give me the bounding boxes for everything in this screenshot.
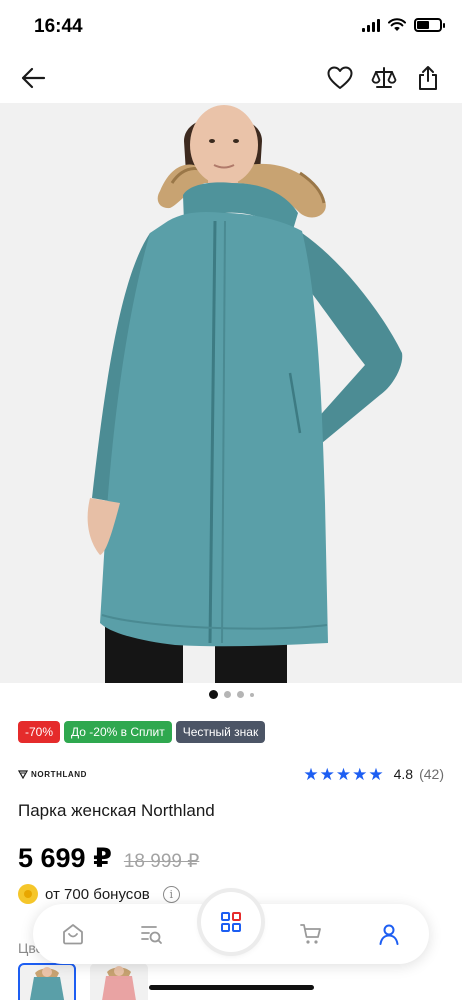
- battery-icon: [414, 18, 445, 32]
- cellular-signal-icon: [362, 18, 380, 32]
- carousel-dot-3[interactable]: [236, 691, 244, 698]
- brand-rating-row: NORTHLAND ★ ★ ★ ★ ★ 4.8 (42): [18, 764, 444, 784]
- home-indicator: [149, 985, 314, 990]
- bonus-row: от 700 бонусов i: [18, 884, 180, 904]
- status-bar: 16:44: [0, 0, 462, 52]
- split-badge[interactable]: До -20% в Сплит: [64, 721, 172, 743]
- brand-name: NORTHLAND: [31, 769, 88, 779]
- share-icon[interactable]: [412, 62, 444, 94]
- price-row: 5 699 ₽ 18 999 ₽: [18, 843, 199, 874]
- badges: -70% До -20% в Сплит Честный знак: [18, 721, 266, 743]
- bonus-text: от 700 бонусов: [45, 885, 150, 903]
- compare-icon[interactable]: [368, 62, 400, 94]
- color-swatch-pink[interactable]: [90, 963, 148, 1000]
- current-price: 5 699 ₽: [18, 843, 112, 873]
- heart-icon[interactable]: [324, 62, 356, 94]
- bottom-tab-bar: [33, 892, 429, 964]
- cart-icon[interactable]: [295, 918, 327, 950]
- catalog-search-icon[interactable]: [135, 918, 167, 950]
- star-icon: ★: [335, 764, 352, 784]
- rating-count[interactable]: (42): [419, 766, 444, 782]
- star-icon: ★: [352, 764, 368, 784]
- parka-illustration: [0, 103, 462, 683]
- rating-value: 4.8: [393, 766, 414, 782]
- carousel-dots[interactable]: [0, 690, 462, 699]
- carousel-dot-2[interactable]: [223, 691, 231, 698]
- info-icon[interactable]: i: [162, 885, 180, 903]
- menu-grid-icon[interactable]: [201, 892, 261, 952]
- carousel-dot-4[interactable]: [249, 692, 254, 697]
- rating[interactable]: ★ ★ ★ ★ ★ 4.8 (42): [303, 766, 444, 783]
- color-swatch-teal[interactable]: [18, 963, 76, 1000]
- old-price: 18 999 ₽: [123, 851, 200, 872]
- top-nav: [0, 52, 462, 104]
- star-icon: ★: [303, 764, 319, 784]
- honest-sign-badge[interactable]: Честный знак: [175, 721, 266, 743]
- wifi-icon: [388, 18, 406, 31]
- brand-mark-icon: [18, 769, 28, 779]
- profile-icon[interactable]: [373, 918, 405, 950]
- star-icon: ★: [319, 764, 335, 784]
- teal-parka-thumbnail: [29, 967, 65, 1000]
- bonus-coin-icon: [18, 884, 38, 904]
- brand-logo[interactable]: NORTHLAND: [18, 770, 87, 779]
- status-time: 16:44: [34, 16, 83, 37]
- product-photo[interactable]: [0, 103, 462, 683]
- pink-parka-thumbnail: [102, 966, 136, 1000]
- discount-badge: -70%: [18, 721, 61, 743]
- star-icon: ★: [368, 764, 384, 784]
- product-title: Парка женская Northland: [18, 801, 215, 820]
- home-icon[interactable]: [57, 918, 89, 950]
- back-arrow-icon[interactable]: [17, 62, 49, 94]
- status-icons: [362, 18, 445, 32]
- carousel-dot-1[interactable]: [208, 690, 218, 699]
